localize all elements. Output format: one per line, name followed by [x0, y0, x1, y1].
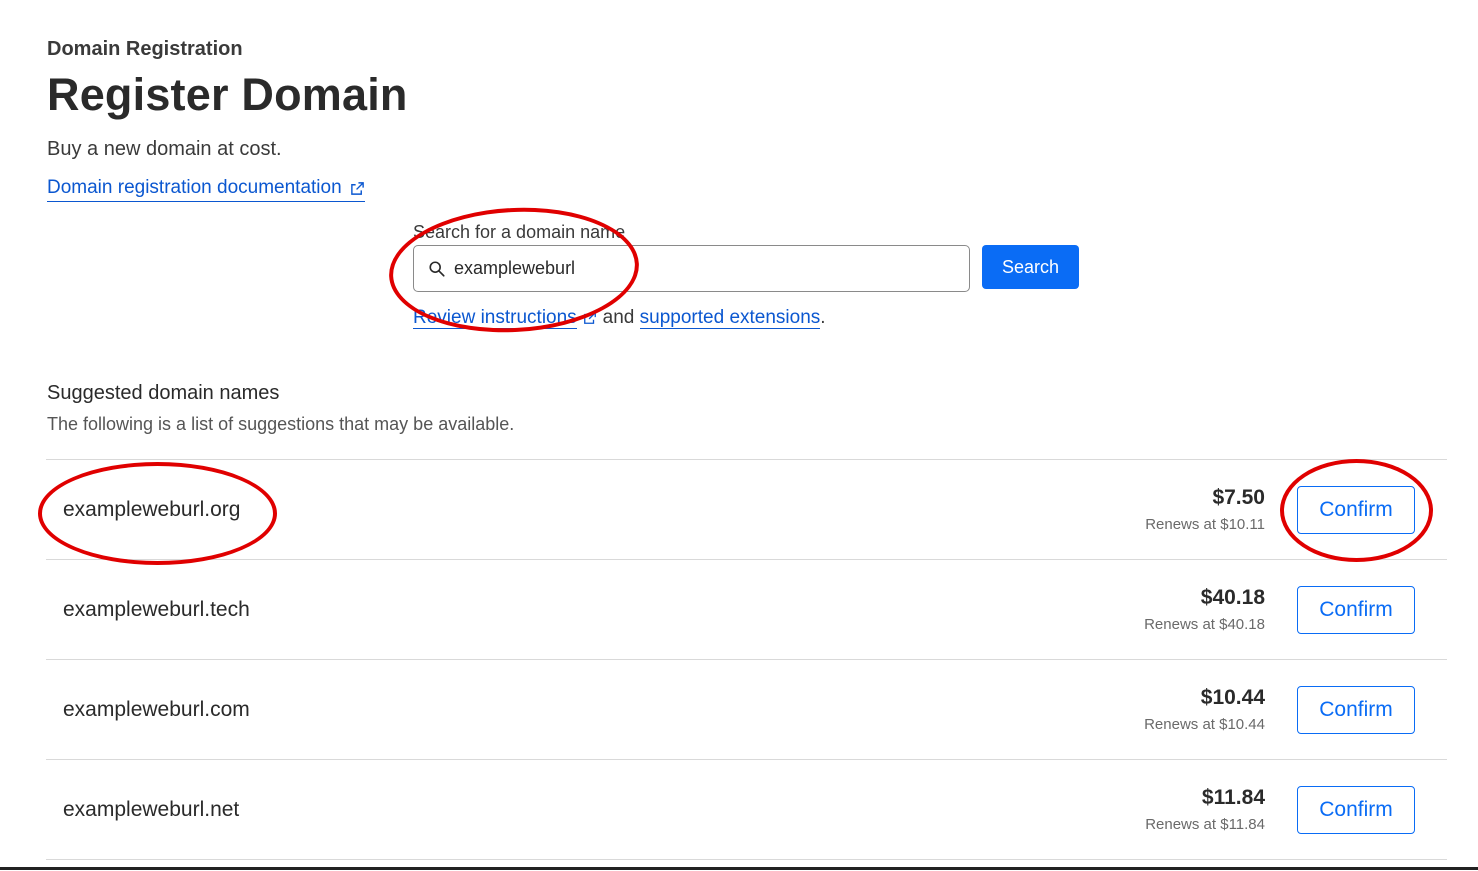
review-instructions-link[interactable]: Review instructions: [413, 307, 577, 329]
renewal-price: Renews at $10.11: [1145, 515, 1265, 533]
supported-extensions-link[interactable]: supported extensions: [639, 307, 821, 329]
renewal-price: Renews at $11.84: [1145, 815, 1265, 833]
price-block: $7.50 Renews at $10.11: [1145, 485, 1265, 535]
search-input[interactable]: [454, 258, 934, 279]
list-item: exampleweburl.com $10.44 Renews at $10.4…: [46, 660, 1447, 760]
documentation-link-label: Domain registration documentation: [47, 177, 342, 198]
page-title: Register Domain: [47, 69, 408, 120]
price-block: $40.18 Renews at $40.18: [1144, 585, 1265, 635]
page-header: Domain Registration Register Domain Buy …: [47, 36, 408, 202]
bottom-divider: [0, 867, 1478, 870]
breadcrumb: Domain Registration: [47, 38, 243, 60]
confirm-button[interactable]: Confirm: [1297, 685, 1415, 734]
search-field[interactable]: [413, 245, 970, 292]
domain-name: exampleweburl.org: [63, 497, 241, 521]
confirm-button[interactable]: Confirm: [1297, 785, 1415, 834]
list-item: exampleweburl.net $11.84 Renews at $11.8…: [46, 760, 1447, 860]
search-button[interactable]: Search: [982, 245, 1079, 289]
help-period: .: [820, 307, 826, 328]
price-block: $11.84 Renews at $11.84: [1145, 785, 1265, 835]
domain-name: exampleweburl.com: [63, 697, 250, 721]
search-icon: [429, 260, 445, 277]
domain-search: Search for a domain name Search Review i…: [413, 220, 1079, 330]
confirm-button[interactable]: Confirm: [1297, 585, 1415, 634]
price: $11.84: [1201, 785, 1265, 809]
price: $10.44: [1200, 685, 1265, 709]
confirm-button[interactable]: Confirm: [1297, 485, 1415, 534]
list-item: exampleweburl.tech $40.18 Renews at $40.…: [46, 560, 1447, 660]
domain-name: exampleweburl.net: [63, 797, 240, 821]
price-block: $10.44 Renews at $10.44: [1144, 685, 1265, 735]
price: $7.50: [1212, 485, 1265, 509]
search-row: Search: [413, 245, 1079, 292]
external-link-icon: [583, 312, 596, 324]
suggestions-subtitle: The following is a list of suggestions t…: [47, 414, 515, 434]
search-help: Review instructions and supported extens…: [413, 306, 1079, 330]
renewal-price: Renews at $40.18: [1144, 615, 1265, 633]
external-link-icon: [350, 181, 364, 195]
domain-name: exampleweburl.tech: [63, 597, 250, 621]
help-and-text: and: [602, 307, 635, 328]
page-subtitle: Buy a new domain at cost.: [47, 138, 282, 160]
suggestions-title: Suggested domain names: [47, 382, 280, 404]
documentation-link[interactable]: Domain registration documentation: [47, 176, 365, 202]
suggestion-list: exampleweburl.org $7.50 Renews at $10.11…: [46, 459, 1447, 860]
price: $40.18: [1200, 585, 1265, 609]
search-label: Search for a domain name: [413, 222, 626, 242]
list-item: exampleweburl.org $7.50 Renews at $10.11…: [46, 460, 1447, 560]
suggestions-header: Suggested domain names The following is …: [47, 380, 514, 436]
renewal-price: Renews at $10.44: [1144, 715, 1265, 733]
